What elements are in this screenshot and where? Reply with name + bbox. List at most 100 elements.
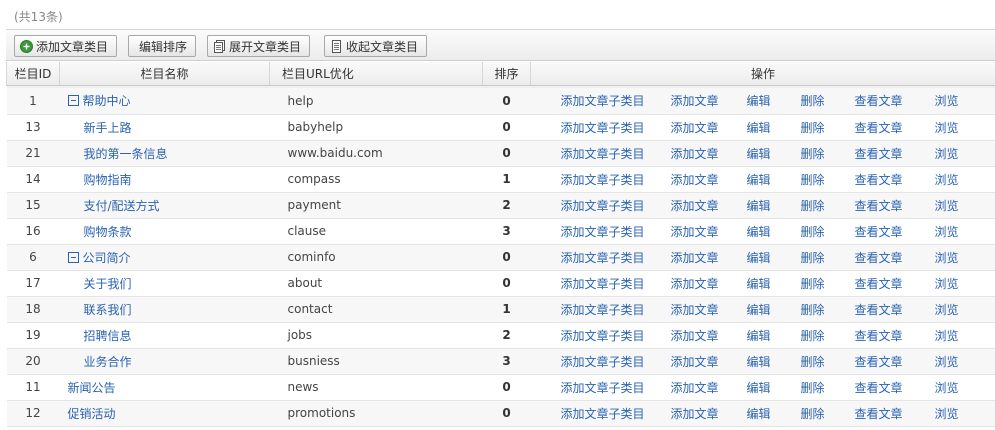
view-articles-link[interactable]: 查看文章 [855,171,935,188]
view-articles-link[interactable]: 查看文章 [855,197,935,214]
view-articles-link[interactable]: 查看文章 [855,379,935,396]
edit-link[interactable]: 编辑 [747,327,801,344]
edit-link[interactable]: 编辑 [747,301,801,318]
edit-link[interactable]: 编辑 [747,353,801,370]
minus-box-icon[interactable] [67,95,79,107]
add-category-button[interactable]: 添加文章类目 [14,35,118,57]
add-article-link[interactable]: 添加文章 [671,223,747,240]
add-subcategory-link[interactable]: 添加文章子类目 [561,197,671,214]
add-subcategory-link[interactable]: 添加文章子类目 [561,301,671,318]
view-articles-link[interactable]: 查看文章 [855,119,935,136]
delete-link[interactable]: 删除 [801,223,855,240]
add-article-link[interactable]: 添加文章 [671,275,747,292]
edit-link[interactable]: 编辑 [747,197,801,214]
delete-link[interactable]: 删除 [801,145,855,162]
view-articles-link[interactable]: 查看文章 [855,327,935,344]
category-name-link[interactable]: 关于我们 [84,277,132,291]
category-name-link[interactable]: 公司简介 [83,251,131,265]
add-subcategory-link[interactable]: 添加文章子类目 [561,327,671,344]
add-article-link[interactable]: 添加文章 [671,249,747,266]
edit-link[interactable]: 编辑 [747,145,801,162]
edit-link[interactable]: 编辑 [747,223,801,240]
add-article-link[interactable]: 添加文章 [671,405,747,422]
delete-link[interactable]: 删除 [801,197,855,214]
edit-sort-button[interactable]: 编辑排序 [128,35,197,57]
add-subcategory-link[interactable]: 添加文章子类目 [561,379,671,396]
browse-link[interactable]: 浏览 [935,119,975,136]
category-name-link[interactable]: 支付/配送方式 [84,199,160,213]
add-article-link[interactable]: 添加文章 [671,301,747,318]
delete-link[interactable]: 删除 [801,327,855,344]
edit-link[interactable]: 编辑 [747,92,801,109]
col-header-url: 栏目URL优化 [269,62,483,86]
browse-link[interactable]: 浏览 [935,92,975,109]
delete-link[interactable]: 删除 [801,353,855,370]
edit-link[interactable]: 编辑 [747,171,801,188]
add-article-link[interactable]: 添加文章 [671,171,747,188]
add-subcategory-link[interactable]: 添加文章子类目 [561,119,671,136]
edit-link[interactable]: 编辑 [747,379,801,396]
collapse-categories-button[interactable]: 收起文章类目 [324,35,428,57]
add-subcategory-link[interactable]: 添加文章子类目 [561,223,671,240]
view-articles-link[interactable]: 查看文章 [855,249,935,266]
add-subcategory-link[interactable]: 添加文章子类目 [561,405,671,422]
edit-link[interactable]: 编辑 [747,275,801,292]
edit-link[interactable]: 编辑 [747,405,801,422]
browse-link[interactable]: 浏览 [935,171,975,188]
add-subcategory-link[interactable]: 添加文章子类目 [561,145,671,162]
browse-link[interactable]: 浏览 [935,223,975,240]
category-name-link[interactable]: 业务合作 [84,355,132,369]
add-article-link[interactable]: 添加文章 [671,327,747,344]
browse-link[interactable]: 浏览 [935,327,975,344]
category-name-link[interactable]: 招聘信息 [84,329,132,343]
browse-link[interactable]: 浏览 [935,353,975,370]
category-name-link[interactable]: 新手上路 [84,121,132,135]
minus-box-icon[interactable] [67,251,79,263]
view-articles-link[interactable]: 查看文章 [855,223,935,240]
category-name-link[interactable]: 促销活动 [68,407,116,421]
view-articles-link[interactable]: 查看文章 [855,145,935,162]
add-article-link[interactable]: 添加文章 [671,197,747,214]
view-articles-link[interactable]: 查看文章 [855,405,935,422]
delete-link[interactable]: 删除 [801,171,855,188]
view-articles-link[interactable]: 查看文章 [855,275,935,292]
delete-link[interactable]: 删除 [801,379,855,396]
browse-link[interactable]: 浏览 [935,197,975,214]
add-subcategory-link[interactable]: 添加文章子类目 [561,92,671,109]
add-article-link[interactable]: 添加文章 [671,119,747,136]
add-subcategory-link[interactable]: 添加文章子类目 [561,171,671,188]
delete-link[interactable]: 删除 [801,301,855,318]
category-name-link[interactable]: 联系我们 [84,303,132,317]
category-name-link[interactable]: 帮助中心 [83,94,131,108]
category-name-link[interactable]: 新闻公告 [68,381,116,395]
delete-link[interactable]: 删除 [801,405,855,422]
delete-link[interactable]: 删除 [801,92,855,109]
add-subcategory-link[interactable]: 添加文章子类目 [561,249,671,266]
edit-link[interactable]: 编辑 [747,249,801,266]
delete-link[interactable]: 删除 [801,249,855,266]
add-subcategory-link[interactable]: 添加文章子类目 [561,275,671,292]
browse-link[interactable]: 浏览 [935,405,975,422]
add-article-link[interactable]: 添加文章 [671,145,747,162]
edit-link[interactable]: 编辑 [747,119,801,136]
browse-link[interactable]: 浏览 [935,301,975,318]
delete-link[interactable]: 删除 [801,275,855,292]
browse-link[interactable]: 浏览 [935,145,975,162]
expand-categories-button[interactable]: 展开文章类目 [207,35,311,57]
browse-link[interactable]: 浏览 [935,379,975,396]
category-name-link[interactable]: 购物条款 [84,225,132,239]
browse-link[interactable]: 浏览 [935,249,975,266]
view-articles-link[interactable]: 查看文章 [855,301,935,318]
view-articles-link[interactable]: 查看文章 [855,92,935,109]
add-article-link[interactable]: 添加文章 [671,92,747,109]
col-header-id: 栏目ID [6,62,60,86]
add-article-link[interactable]: 添加文章 [671,379,747,396]
row-id: 11 [6,374,60,401]
category-name-link[interactable]: 购物指南 [84,173,132,187]
delete-link[interactable]: 删除 [801,119,855,136]
category-name-link[interactable]: 我的第一条信息 [84,147,168,161]
add-subcategory-link[interactable]: 添加文章子类目 [561,353,671,370]
add-article-link[interactable]: 添加文章 [671,353,747,370]
view-articles-link[interactable]: 查看文章 [855,353,935,370]
browse-link[interactable]: 浏览 [935,275,975,292]
